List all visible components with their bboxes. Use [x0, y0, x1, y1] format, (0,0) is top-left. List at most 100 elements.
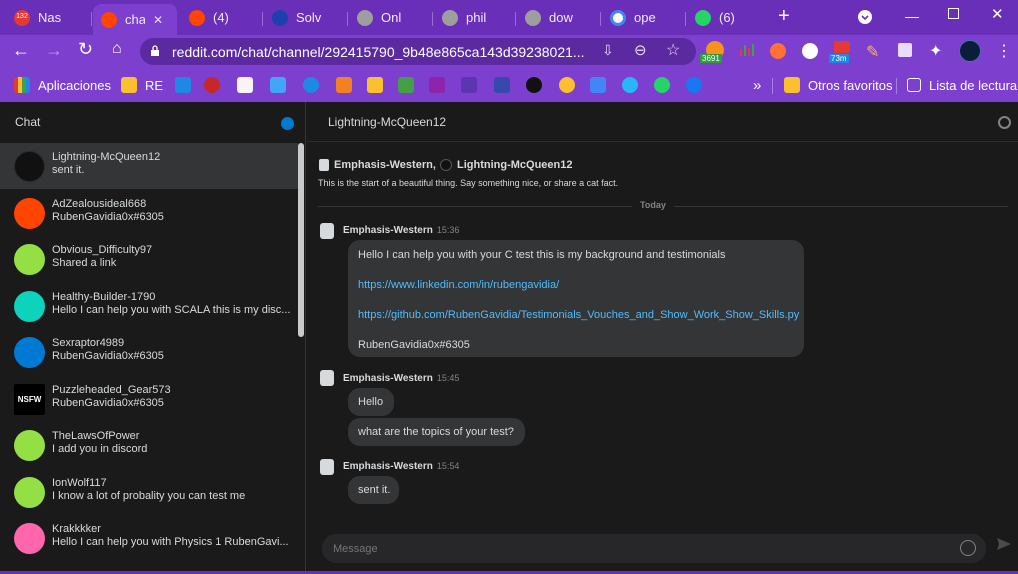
back-icon[interactable]: ← — [12, 40, 30, 61]
minimize-icon[interactable]: — — [905, 8, 919, 24]
conversation-item[interactable]: Lightning-McQueen12 sent it. — [0, 143, 298, 189]
bookmark-icon-4[interactable] — [270, 76, 286, 94]
pencil-extension-icon[interactable]: ✎ — [866, 42, 879, 62]
tab-1[interactable]: 132 Nas — [6, 4, 88, 31]
forward-icon[interactable]: → — [45, 40, 63, 61]
google-icon — [610, 9, 626, 26]
bookmark-icon-7[interactable] — [367, 76, 383, 94]
bookmark-apps[interactable]: Aplicaciones — [14, 76, 111, 94]
conversation-item[interactable]: Obvious_Difficulty97 Shared a link — [0, 236, 298, 282]
zoom-icon[interactable]: ⊖ — [634, 41, 647, 59]
avatar — [14, 244, 45, 275]
tab-6[interactable]: phil — [434, 4, 514, 31]
bookmark-icon-16[interactable] — [654, 76, 670, 94]
conversation-item[interactable]: IonWolf117 I know a lot of probality you… — [0, 469, 298, 515]
bookmarks-overflow-button[interactable]: » — [753, 76, 761, 94]
gear-icon[interactable] — [998, 116, 1011, 129]
message-text: sent it. — [358, 484, 391, 496]
conversation-item[interactable]: AdZealousideal668 RubenGavidia0x#6305 — [0, 190, 298, 236]
new-tab-button[interactable]: + — [778, 5, 790, 28]
tab-search-icon[interactable] — [858, 10, 872, 24]
conversation-name: IonWolf117 — [52, 477, 107, 489]
message-link[interactable]: https://www.linkedin.com/in/rubengavidia… — [358, 279, 559, 291]
bookmark-icon-8[interactable] — [398, 76, 414, 94]
tab-separator — [347, 12, 348, 26]
folder-icon — [121, 77, 137, 93]
bookmark-icon-14[interactable] — [590, 76, 606, 94]
pie-extension-icon[interactable] — [770, 43, 786, 59]
bookmark-label: Aplicaciones — [38, 77, 111, 93]
site-icon — [494, 77, 510, 93]
bookmark-icon-3[interactable] — [237, 76, 253, 94]
bookmark-icon-17[interactable] — [686, 76, 702, 94]
sidebar-scrollbar[interactable] — [298, 143, 304, 337]
github-icon — [526, 77, 542, 93]
bookmark-icon-15[interactable] — [622, 76, 638, 94]
bookmark-icon-k[interactable] — [175, 76, 191, 94]
message-input[interactable] — [333, 540, 933, 557]
tab-9[interactable]: (6) — [687, 4, 769, 31]
conversation-item[interactable]: TheLawsOfPower I add you in discord — [0, 422, 298, 468]
tab-7[interactable]: dow — [517, 4, 599, 31]
reading-list[interactable]: Lista de lectura — [907, 76, 1017, 94]
close-window-icon[interactable]: ✕ — [991, 5, 1004, 23]
tab-5[interactable]: Onl — [349, 4, 431, 31]
ds-icon — [270, 77, 286, 93]
tab-4[interactable]: Solv — [264, 4, 346, 31]
restore-icon[interactable] — [948, 8, 959, 19]
save-extension-icon[interactable] — [898, 43, 912, 57]
avatar — [14, 430, 45, 461]
date-divider-label: Today — [632, 200, 674, 210]
bookmark-icon-12[interactable] — [526, 76, 542, 94]
reddit-icon — [189, 9, 205, 26]
extension-icon[interactable] — [802, 43, 818, 59]
menu-icon[interactable]: ⋮ — [996, 41, 1012, 61]
message-input-box[interactable] — [322, 534, 986, 563]
bookmark-icon-11[interactable] — [494, 76, 510, 94]
bookmark-star-icon[interactable]: ☆ — [666, 40, 680, 60]
timer-extension-icon[interactable] — [834, 41, 850, 53]
emoji-icon[interactable] — [960, 540, 976, 556]
conversation-preview: Hello I can help you with Physics 1 Rube… — [52, 536, 289, 548]
chart-extension-icon[interactable] — [739, 43, 755, 57]
globe-icon — [357, 9, 373, 26]
bookmark-icon-9[interactable] — [429, 76, 445, 94]
tab-3[interactable]: (4) — [181, 4, 261, 31]
bookmark-other-favorites[interactable]: Otros favoritos — [784, 76, 893, 94]
extension-badge: 73m — [829, 54, 849, 63]
bookmark-re[interactable]: RE — [121, 76, 163, 94]
bookmark-icon-13[interactable] — [559, 76, 575, 94]
conversation-preview: sent it. — [52, 164, 85, 176]
message-time: 15:36 — [436, 225, 460, 235]
site-icon — [429, 77, 445, 93]
globe-icon — [442, 9, 458, 26]
folder-icon — [784, 77, 800, 93]
tab-8[interactable]: ope — [602, 4, 684, 31]
bookmark-icon-2[interactable] — [204, 76, 220, 94]
message-link[interactable]: https://github.com/RubenGavidia/Testimon… — [358, 309, 799, 321]
conversation-name: Obvious_Difficulty97 — [52, 244, 153, 256]
address-bar[interactable]: reddit.com/chat/channel/292415790_9b48e8… — [140, 38, 696, 65]
conversation-item[interactable]: Krakkkker Hello I can help you with Phys… — [0, 515, 298, 561]
home-icon[interactable]: ⌂ — [112, 40, 122, 58]
send-icon[interactable] — [996, 536, 1012, 552]
bookmark-icon-10[interactable] — [461, 76, 477, 94]
extensions-puzzle-icon[interactable]: ✦ — [929, 41, 942, 61]
profile-avatar[interactable] — [959, 40, 981, 62]
avatar — [14, 337, 45, 368]
bookmark-icon-6[interactable] — [336, 76, 352, 94]
bookmark-icon-5[interactable] — [303, 76, 319, 94]
site-icon — [237, 77, 253, 93]
apps-grid-icon — [14, 77, 30, 93]
conversation-item[interactable]: Healthy-Builder-1790 Hello I can help yo… — [0, 283, 298, 329]
new-chat-icon[interactable] — [281, 117, 294, 130]
conversation-item[interactable]: Sexraptor4989 RubenGavidia0x#6305 — [0, 329, 298, 375]
install-icon[interactable]: ⇩ — [602, 42, 614, 59]
conversation-item[interactable]: NSFW Puzzleheaded_Gear573 RubenGavidia0x… — [0, 376, 298, 422]
tab-separator — [91, 12, 92, 26]
tab-2-active[interactable]: chat ✕ — [93, 4, 177, 35]
tab-title: Nas — [38, 10, 62, 25]
reload-icon[interactable]: ↻ — [78, 39, 93, 60]
sidebar-header: Chat — [0, 102, 305, 142]
close-icon[interactable]: ✕ — [153, 13, 163, 27]
